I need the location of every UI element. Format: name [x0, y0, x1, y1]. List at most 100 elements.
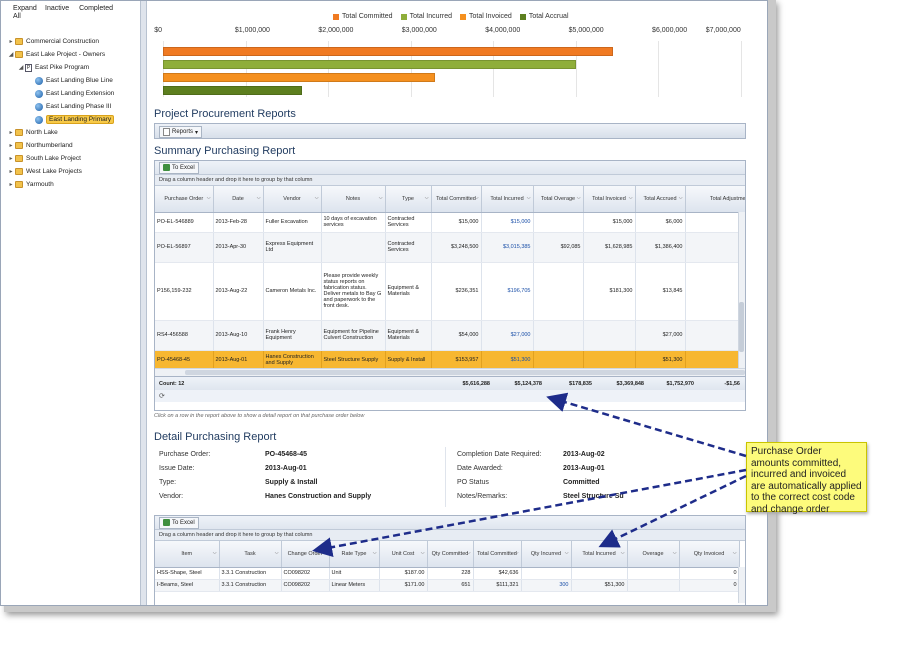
tree-node[interactable]: East Landing Extension [1, 87, 141, 100]
detail-column-header[interactable]: Item ⌵ [155, 541, 220, 568]
summary-hscroll-thumb[interactable] [185, 370, 745, 375]
summary-column-header[interactable]: Total Incurred ⌵ [481, 186, 534, 213]
chevron-down-icon[interactable]: ⌵ [733, 550, 737, 556]
chevron-down-icon[interactable]: ⌵ [373, 550, 377, 556]
tree-node-label: West Lake Projects [26, 168, 82, 175]
chevron-down-icon[interactable]: ⌵ [315, 195, 319, 201]
detail-column-header[interactable]: Unit Cost ⌵ [379, 541, 428, 568]
chart-bar[interactable] [163, 86, 302, 95]
summary-column-header[interactable]: Total Invoiced ⌵ [583, 186, 636, 213]
collapsed-triangle-icon[interactable]: ▸ [7, 142, 15, 149]
detail-column-header[interactable]: Rate Type ⌵ [329, 541, 380, 568]
summary-row[interactable]: RS4-456588 2013-Aug-10 Frank Henry Equipme… [155, 320, 745, 351]
detail-column-header[interactable]: Total Committed ⌵ [473, 541, 522, 568]
detail-column-header[interactable]: Change Order ⌵ [281, 541, 330, 568]
tree-node[interactable]: ▸ South Lake Project [1, 152, 141, 165]
chevron-down-icon[interactable]: ⌵ [421, 550, 425, 556]
inactive-filter[interactable]: Inactive [45, 5, 69, 21]
refresh-icon[interactable]: ⟳ [155, 390, 745, 402]
detail-column-header[interactable]: Task ⌵ [219, 541, 282, 568]
collapsed-triangle-icon[interactable]: ▸ [7, 129, 15, 136]
summary-scroll-thumb[interactable] [739, 302, 744, 352]
summary-column-header[interactable]: Total Accrued ⌵ [635, 186, 686, 213]
detail-group-drop-area[interactable]: Drag a column header and drop it here to… [155, 530, 745, 541]
summary-column-header[interactable]: Date ⌵ [213, 186, 264, 213]
tree-node[interactable]: ▸ Northumberland [1, 139, 141, 152]
collapsed-triangle-icon[interactable]: ▸ [7, 181, 15, 188]
detail-row[interactable]: HSS-Shape, Steel 3.3.1 Construction CO0982… [155, 567, 740, 580]
tree-node[interactable]: East Landing Blue Line [1, 74, 141, 87]
summary-group-drop-area[interactable]: Drag a column header and drop it here to… [155, 175, 745, 186]
tree-node[interactable]: ◢ East Lake Project - Owners [1, 48, 141, 61]
summary-vertical-scrollbar[interactable] [738, 212, 745, 368]
chevron-down-icon[interactable]: ⌵ [213, 550, 217, 556]
summary-row[interactable]: PO-EL-546889 2013-Feb-28 Fuller Excavation… [155, 212, 745, 233]
chevron-down-icon[interactable]: ⌵ [527, 195, 531, 201]
detail-cell-total_i [571, 567, 628, 580]
chart-bar[interactable] [163, 73, 436, 82]
chevron-down-icon[interactable]: ⌵ [275, 550, 279, 556]
chevron-down-icon[interactable]: ⌵ [629, 195, 633, 201]
tree-node[interactable]: East Landing Primary [1, 113, 141, 126]
detail-column-header[interactable]: Qty Incurred ⌵ [521, 541, 572, 568]
detail-cell-item: HSS-Shape, Steel [155, 567, 220, 580]
detail-to-excel-button[interactable]: To Excel [159, 516, 199, 529]
collapsed-triangle-icon[interactable]: ▸ [7, 168, 15, 175]
detail-column-header[interactable]: Qty Invoiced ⌵ [679, 541, 740, 568]
summary-row[interactable]: PO-EL-56897 2013-Apr-30 Express Equipment … [155, 232, 745, 263]
detail-vertical-scrollbar[interactable] [738, 567, 745, 603]
tree-node[interactable]: East Landing Phase III [1, 100, 141, 113]
chevron-down-icon[interactable]: ⌵ [577, 195, 581, 201]
summary-column-header[interactable]: Type ⌵ [385, 186, 432, 213]
column-header-label: Qty Incurred [530, 550, 562, 557]
collapsed-triangle-icon[interactable]: ▸ [7, 155, 15, 162]
detail-column-header[interactable]: Total Incurred ⌵ [571, 541, 628, 568]
summary-column-header[interactable]: Total Adjustment⌵ [685, 186, 745, 213]
chevron-down-icon[interactable]: ⌵ [379, 195, 383, 201]
detail-field-value: Supply & Install [265, 479, 318, 486]
expand-all-button[interactable]: Expand All [13, 5, 37, 21]
summary-row[interactable]: P156,159-232 2013-Aug-22 Cameron Metals In… [155, 262, 745, 321]
summary-to-excel-button[interactable]: To Excel [159, 161, 199, 174]
expanded-triangle-icon[interactable]: ◢ [7, 51, 15, 58]
expanded-triangle-icon[interactable]: ◢ [17, 64, 25, 71]
summary-column-header[interactable]: Total Overage ⌵ [533, 186, 584, 213]
chevron-down-icon[interactable]: ⌵ [565, 550, 569, 556]
summary-column-header[interactable]: Notes ⌵ [321, 186, 386, 213]
chevron-down-icon[interactable]: ⌵ [425, 195, 429, 201]
summary-horizontal-scrollbar[interactable] [155, 368, 745, 376]
collapsed-triangle-icon[interactable]: ▸ [7, 38, 15, 45]
chevron-down-icon[interactable]: ⌵ [475, 195, 479, 201]
chevron-down-icon[interactable]: ⌵ [621, 550, 625, 556]
chart-bar[interactable] [163, 47, 613, 56]
reports-dropdown-button[interactable]: Reports ▾ [159, 126, 203, 138]
chart-bar[interactable] [163, 60, 576, 69]
chevron-down-icon[interactable]: ⌵ [257, 195, 261, 201]
chevron-down-icon[interactable]: ⌵ [673, 550, 677, 556]
completed-filter[interactable]: Completed [79, 5, 113, 21]
detail-column-header[interactable]: Qty Committed ⌵ [427, 541, 474, 568]
summary-cell-incurred: $3,015,385 [481, 232, 534, 263]
tree-node[interactable]: ▸ West Lake Projects [1, 165, 141, 178]
chevron-down-icon[interactable]: ⌵ [323, 550, 327, 556]
tree-node[interactable]: ▸ North Lake [1, 126, 141, 139]
summary-column-header[interactable]: Total Committed ⌵ [431, 186, 482, 213]
chevron-down-icon[interactable]: ⌵ [679, 195, 683, 201]
summary-column-header[interactable]: Purchase Order ⌵ [155, 186, 214, 213]
detail-cell-task: 3.3.1 Construction [219, 567, 282, 580]
summary-row[interactable]: PO-45468-45 2013-Aug-01 Hanes Construction… [155, 350, 745, 368]
tree-node[interactable]: ▸ Commercial Construction [1, 35, 141, 48]
detail-cell-item: I-Beams, Steel [155, 579, 220, 592]
chevron-down-icon[interactable]: ⌵ [515, 550, 519, 556]
main-panel: Total Committed Total Incurred Total Invoi… [147, 1, 767, 605]
tree-node[interactable]: ◢ P East Pike Program [1, 61, 141, 74]
chevron-down-icon[interactable]: ⌵ [207, 195, 211, 201]
summary-cell-vendor: Express Equipment Ltd [263, 232, 322, 263]
summary-column-header[interactable]: Vendor ⌵ [263, 186, 322, 213]
detail-row[interactable]: I-Beams, Steel 3.3.1 Construction CO098202… [155, 579, 740, 592]
chevron-down-icon[interactable]: ⌵ [467, 550, 471, 556]
tree-node[interactable]: ▸ Yarmouth [1, 178, 141, 191]
detail-column-header[interactable]: Overage ⌵ [627, 541, 680, 568]
folder-icon [15, 38, 23, 45]
legend-label: Total Invoiced [469, 13, 512, 20]
